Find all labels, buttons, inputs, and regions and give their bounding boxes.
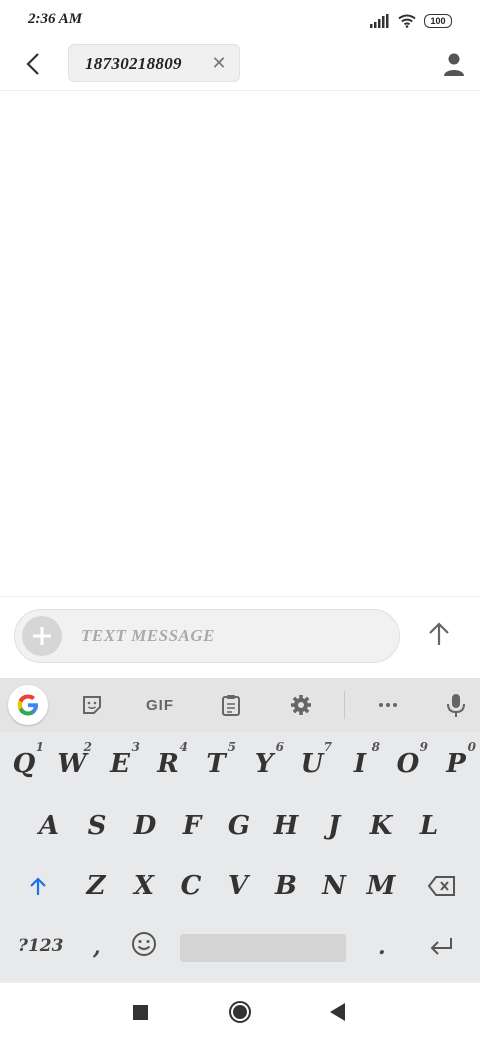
person-icon <box>444 53 464 76</box>
key-d[interactable]: D <box>121 798 169 854</box>
conversation-header: 18730218809 ✕ <box>0 42 480 91</box>
keyboard: GIF Q 1 W 2 E 3 R 4 T 5 Y 6 U 7 I 8 O 9 … <box>0 678 480 982</box>
key-k[interactable]: K <box>357 798 405 854</box>
attach-button[interactable] <box>22 616 62 656</box>
mic-icon <box>447 694 465 717</box>
period-key[interactable]: . <box>378 934 386 960</box>
message-list <box>0 91 480 596</box>
key-g[interactable]: G <box>215 798 263 854</box>
key-c[interactable]: C <box>167 858 215 914</box>
status-time: 2:36 AM <box>28 11 83 27</box>
back-button[interactable] <box>20 50 48 78</box>
recipient-chip[interactable]: 18730218809 ✕ <box>68 44 240 82</box>
plus-icon <box>33 627 51 645</box>
toolbar-divider <box>344 691 345 719</box>
navigation-bar <box>0 982 480 1041</box>
emoji-icon <box>132 932 156 956</box>
key-z[interactable]: Z <box>72 858 120 914</box>
key-b[interactable]: B <box>262 858 310 914</box>
space-bar[interactable] <box>180 934 346 962</box>
close-icon[interactable]: ✕ <box>209 53 229 73</box>
key-q[interactable]: Q1 <box>0 736 48 792</box>
signal-icon <box>370 14 389 28</box>
key-v[interactable]: V <box>214 858 262 914</box>
status-icons: 100 <box>370 12 452 30</box>
keyboard-toolbar: GIF <box>0 678 480 732</box>
nav-back-button[interactable] <box>330 1003 345 1021</box>
key-a[interactable]: A <box>25 798 73 854</box>
gif-label: GIF <box>146 696 174 714</box>
home-icon <box>233 1005 247 1019</box>
gif-button[interactable]: GIF <box>140 691 180 719</box>
key-o[interactable]: O9 <box>384 736 432 792</box>
send-button[interactable] <box>424 619 454 649</box>
shift-key[interactable] <box>14 858 62 914</box>
key-l[interactable]: L <box>405 798 453 854</box>
key-y[interactable]: Y6 <box>240 736 288 792</box>
key-n[interactable]: N <box>310 858 358 914</box>
sticker-button[interactable] <box>78 691 106 719</box>
recipient-number: 18730218809 <box>85 54 182 73</box>
more-button[interactable] <box>374 691 402 719</box>
send-arrow-icon <box>429 622 449 645</box>
google-icon <box>17 694 38 716</box>
backspace-key[interactable] <box>418 858 466 914</box>
key-r[interactable]: R4 <box>144 736 192 792</box>
home-button[interactable] <box>229 1001 251 1023</box>
battery-icon: 100 <box>424 14 452 28</box>
message-placeholder: TEXT MESSAGE <box>81 626 216 645</box>
enter-icon <box>430 938 452 955</box>
key-e[interactable]: E3 <box>96 736 144 792</box>
google-button[interactable] <box>8 685 48 725</box>
key-p[interactable]: P0 <box>432 736 480 792</box>
clipboard-button[interactable] <box>217 691 245 719</box>
key-f[interactable]: F <box>168 798 216 854</box>
compose-bar: TEXT MESSAGE <box>0 596 480 679</box>
key-w[interactable]: W2 <box>48 736 96 792</box>
key-u[interactable]: U7 <box>288 736 336 792</box>
voice-input-button[interactable] <box>443 691 469 719</box>
status-bar: 2:36 AM 100 <box>0 0 480 42</box>
shift-icon <box>30 877 46 895</box>
clipboard-icon <box>222 695 240 716</box>
key-x[interactable]: X <box>120 858 168 914</box>
settings-button[interactable] <box>287 691 315 719</box>
key-i[interactable]: I8 <box>336 736 384 792</box>
message-input[interactable]: TEXT MESSAGE <box>14 609 400 663</box>
key-m[interactable]: M <box>357 858 405 914</box>
key-h[interactable]: H <box>262 798 310 854</box>
recents-button[interactable] <box>133 1005 148 1020</box>
sticker-icon <box>83 696 101 714</box>
comma-key[interactable]: , <box>93 934 101 960</box>
enter-key[interactable] <box>427 934 455 958</box>
key-j[interactable]: J <box>310 798 358 854</box>
contact-button[interactable] <box>440 50 468 78</box>
symbols-key[interactable]: ?123 <box>18 936 63 956</box>
gear-icon <box>291 695 311 715</box>
key-t[interactable]: T5 <box>192 736 240 792</box>
wifi-icon <box>398 14 416 28</box>
emoji-key[interactable] <box>130 930 160 960</box>
backspace-icon <box>427 876 455 896</box>
key-s[interactable]: S <box>73 798 121 854</box>
more-icon <box>379 703 397 707</box>
back-arrow-icon <box>26 53 39 75</box>
